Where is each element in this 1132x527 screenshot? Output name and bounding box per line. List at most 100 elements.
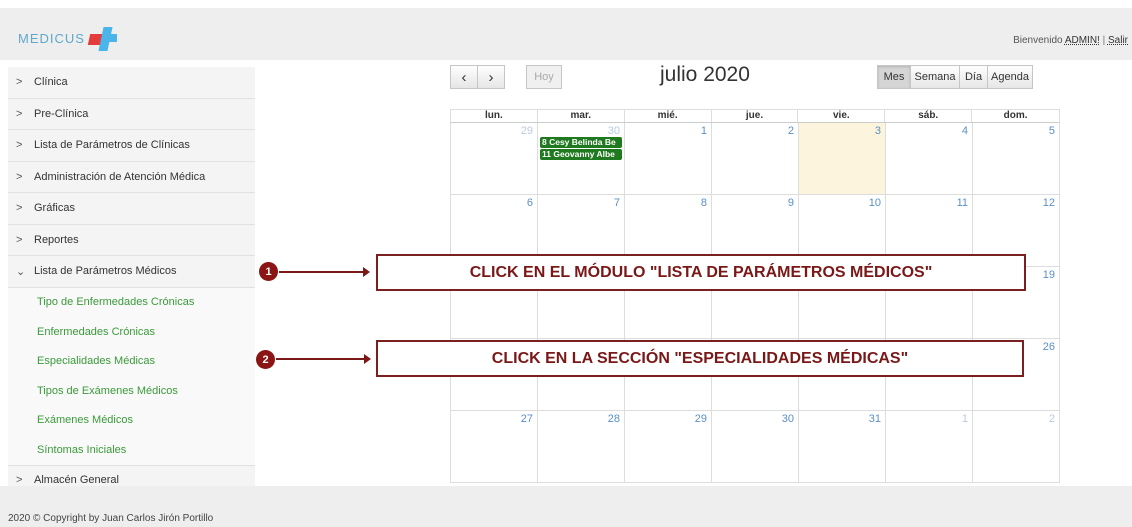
view-agenda-button[interactable]: Agenda: [987, 65, 1033, 89]
day-number[interactable]: 5: [1049, 125, 1055, 137]
calendar-grid: 29 30 8 Cesy Belinda Be 11 Geovanny Albe 1 2 3…: [450, 123, 1060, 483]
sidebar-subitem-label: Exámenes Médicos: [37, 414, 133, 427]
calendar-day-cell[interactable]: 3: [799, 123, 886, 195]
calendar-day-cell[interactable]: 29: [625, 411, 712, 483]
calendar-day-cell[interactable]: 31: [799, 411, 886, 483]
welcome-text: Bienvenido: [1013, 35, 1063, 46]
calendar-day-cell[interactable]: 2: [712, 123, 799, 195]
medicus-logo[interactable]: MEDICUS: [18, 24, 119, 52]
day-number[interactable]: 19: [1043, 269, 1055, 281]
weekday-label: mar.: [538, 110, 625, 122]
sidebar-item-parametros-clinicas[interactable]: > Lista de Parámetros de Clínicas: [8, 130, 255, 162]
logo-text: MEDICUS: [18, 30, 85, 46]
chevron-right-icon: >: [16, 202, 23, 215]
next-month-button[interactable]: ›: [477, 65, 505, 89]
logout-link[interactable]: Salir: [1108, 35, 1128, 46]
step-marker-2: 2: [256, 350, 275, 369]
chevron-right-icon: ›: [488, 68, 494, 86]
sidebar-subitem-tipos-examenes[interactable]: Tipos de Exámenes Médicos: [8, 376, 255, 406]
day-number[interactable]: 6: [527, 197, 533, 209]
sidebar-item-graficas[interactable]: > Gráficas: [8, 193, 255, 225]
callout-step-2: CLICK EN LA SECCIÓN "ESPECIALIDADES MÉDI…: [376, 340, 1024, 377]
calendar-day-cell[interactable]: 1: [886, 411, 973, 483]
day-number[interactable]: 8: [701, 197, 707, 209]
calendar-day-cell[interactable]: 27: [451, 411, 538, 483]
calendar-day-cell[interactable]: 4: [886, 123, 973, 195]
sidebar-item-label: Reportes: [34, 233, 79, 246]
calendar-event[interactable]: 8 Cesy Belinda Be: [540, 137, 622, 148]
day-number[interactable]: 11: [957, 197, 968, 209]
weekday-label: sáb.: [885, 110, 973, 122]
day-number[interactable]: 30: [608, 125, 620, 137]
day-number[interactable]: 4: [962, 125, 968, 137]
chevron-right-icon: >: [16, 76, 23, 89]
sidebar-subitem-label: Síntomas Iniciales: [37, 443, 127, 456]
view-month-button[interactable]: Mes: [877, 65, 911, 89]
weekday-label: lun.: [451, 110, 538, 122]
day-number[interactable]: 12: [1043, 197, 1055, 209]
sidebar-subitem-label: Especialidades Médicas: [37, 355, 156, 368]
sidebar-subitem-tipo-enfermedades[interactable]: Tipo de Enfermedades Crónicas: [8, 287, 255, 317]
sidebar-subitem-sintomas[interactable]: Síntomas Iniciales: [8, 435, 255, 465]
sidebar-item-label: Pre-Clínica: [34, 107, 89, 120]
calendar-title: julio 2020: [660, 63, 750, 86]
day-number[interactable]: 2: [788, 125, 794, 137]
sidebar-subitem-especialidades[interactable]: Especialidades Médicas: [8, 346, 255, 376]
medical-cross-icon: [87, 25, 119, 51]
day-number[interactable]: 27: [521, 413, 533, 425]
app-header: MEDICUS Bienvenido ADMIN! | Salir: [0, 8, 1132, 60]
chevron-right-icon: >: [16, 107, 23, 120]
arrow-icon: [279, 267, 370, 277]
sidebar-item-label: Lista de Parámetros Médicos: [34, 265, 177, 278]
calendar-event[interactable]: 11 Geovanny Albe: [540, 149, 622, 160]
day-number[interactable]: 29: [521, 125, 533, 137]
sidebar-item-parametros-medicos[interactable]: ⌄ Lista de Parámetros Médicos: [8, 256, 255, 288]
sidebar-subitem-label: Enfermedades Crónicas: [37, 325, 156, 338]
weekday-label: jue.: [712, 110, 799, 122]
sidebar-subitem-examenes[interactable]: Exámenes Médicos: [8, 405, 255, 435]
sidebar-item-label: Administración de Atención Médica: [34, 170, 206, 183]
weekday-header: lun. mar. mié. jue. vie. sáb. dom.: [450, 109, 1060, 123]
day-number[interactable]: 1: [962, 413, 968, 425]
chevron-down-icon: ⌄: [16, 265, 26, 278]
weekday-label: mié.: [625, 110, 712, 122]
weekday-label: vie.: [798, 110, 886, 122]
day-number[interactable]: 26: [1043, 341, 1055, 353]
sidebar-subitem-label: Tipos de Exámenes Médicos: [37, 384, 178, 397]
calendar-day-cell[interactable]: 29: [451, 123, 538, 195]
calendar-day-cell[interactable]: 2: [973, 411, 1060, 483]
welcome-bar: Bienvenido ADMIN! | Salir: [1013, 35, 1128, 46]
month-calendar: lun. mar. mié. jue. vie. sáb. dom. 29 30 8 Cesy …: [450, 109, 1060, 486]
sidebar-item-atencion-medica[interactable]: > Administración de Atención Médica: [8, 162, 255, 193]
sidebar-item-clinica[interactable]: > Clínica: [8, 67, 255, 99]
sidebar-subitem-enfermedades-cronicas[interactable]: Enfermedades Crónicas: [8, 317, 255, 347]
day-number[interactable]: 29: [695, 413, 707, 425]
calendar-day-cell[interactable]: 1: [625, 123, 712, 195]
calendar-day-cell[interactable]: 30 8 Cesy Belinda Be 11 Geovanny Albe: [538, 123, 625, 195]
calendar-day-cell[interactable]: 5: [973, 123, 1060, 195]
chevron-right-icon: >: [16, 170, 23, 183]
calendar-day-cell[interactable]: 28: [538, 411, 625, 483]
day-number[interactable]: 7: [614, 197, 620, 209]
day-number[interactable]: 10: [869, 197, 881, 209]
sidebar-item-reportes[interactable]: > Reportes: [8, 225, 255, 256]
sidebar-item-label: Clínica: [34, 76, 68, 89]
calendar-day-cell[interactable]: 30: [712, 411, 799, 483]
sidebar-menu: > Clínica > Pre-Clínica > Lista de Parám…: [8, 67, 255, 496]
day-number[interactable]: 31: [869, 413, 881, 425]
day-number[interactable]: 3: [875, 125, 881, 137]
view-day-button[interactable]: Día: [959, 65, 988, 89]
day-number[interactable]: 28: [608, 413, 620, 425]
day-number[interactable]: 9: [788, 197, 794, 209]
day-number[interactable]: 1: [701, 125, 707, 137]
user-link[interactable]: ADMIN!: [1065, 35, 1100, 46]
today-button[interactable]: Hoy: [526, 65, 562, 89]
day-number[interactable]: 30: [782, 413, 794, 425]
sidebar-item-pre-clinica[interactable]: > Pre-Clínica: [8, 99, 255, 130]
calendar-toolbar: ‹ › Hoy julio 2020 Mes Semana Día Agenda: [450, 63, 1060, 91]
sidebar-item-label: Gráficas: [34, 202, 75, 215]
day-number[interactable]: 2: [1049, 413, 1055, 425]
sidebar-item-label: Almacén General: [34, 474, 119, 487]
prev-month-button[interactable]: ‹: [450, 65, 478, 89]
view-week-button[interactable]: Semana: [910, 65, 960, 89]
